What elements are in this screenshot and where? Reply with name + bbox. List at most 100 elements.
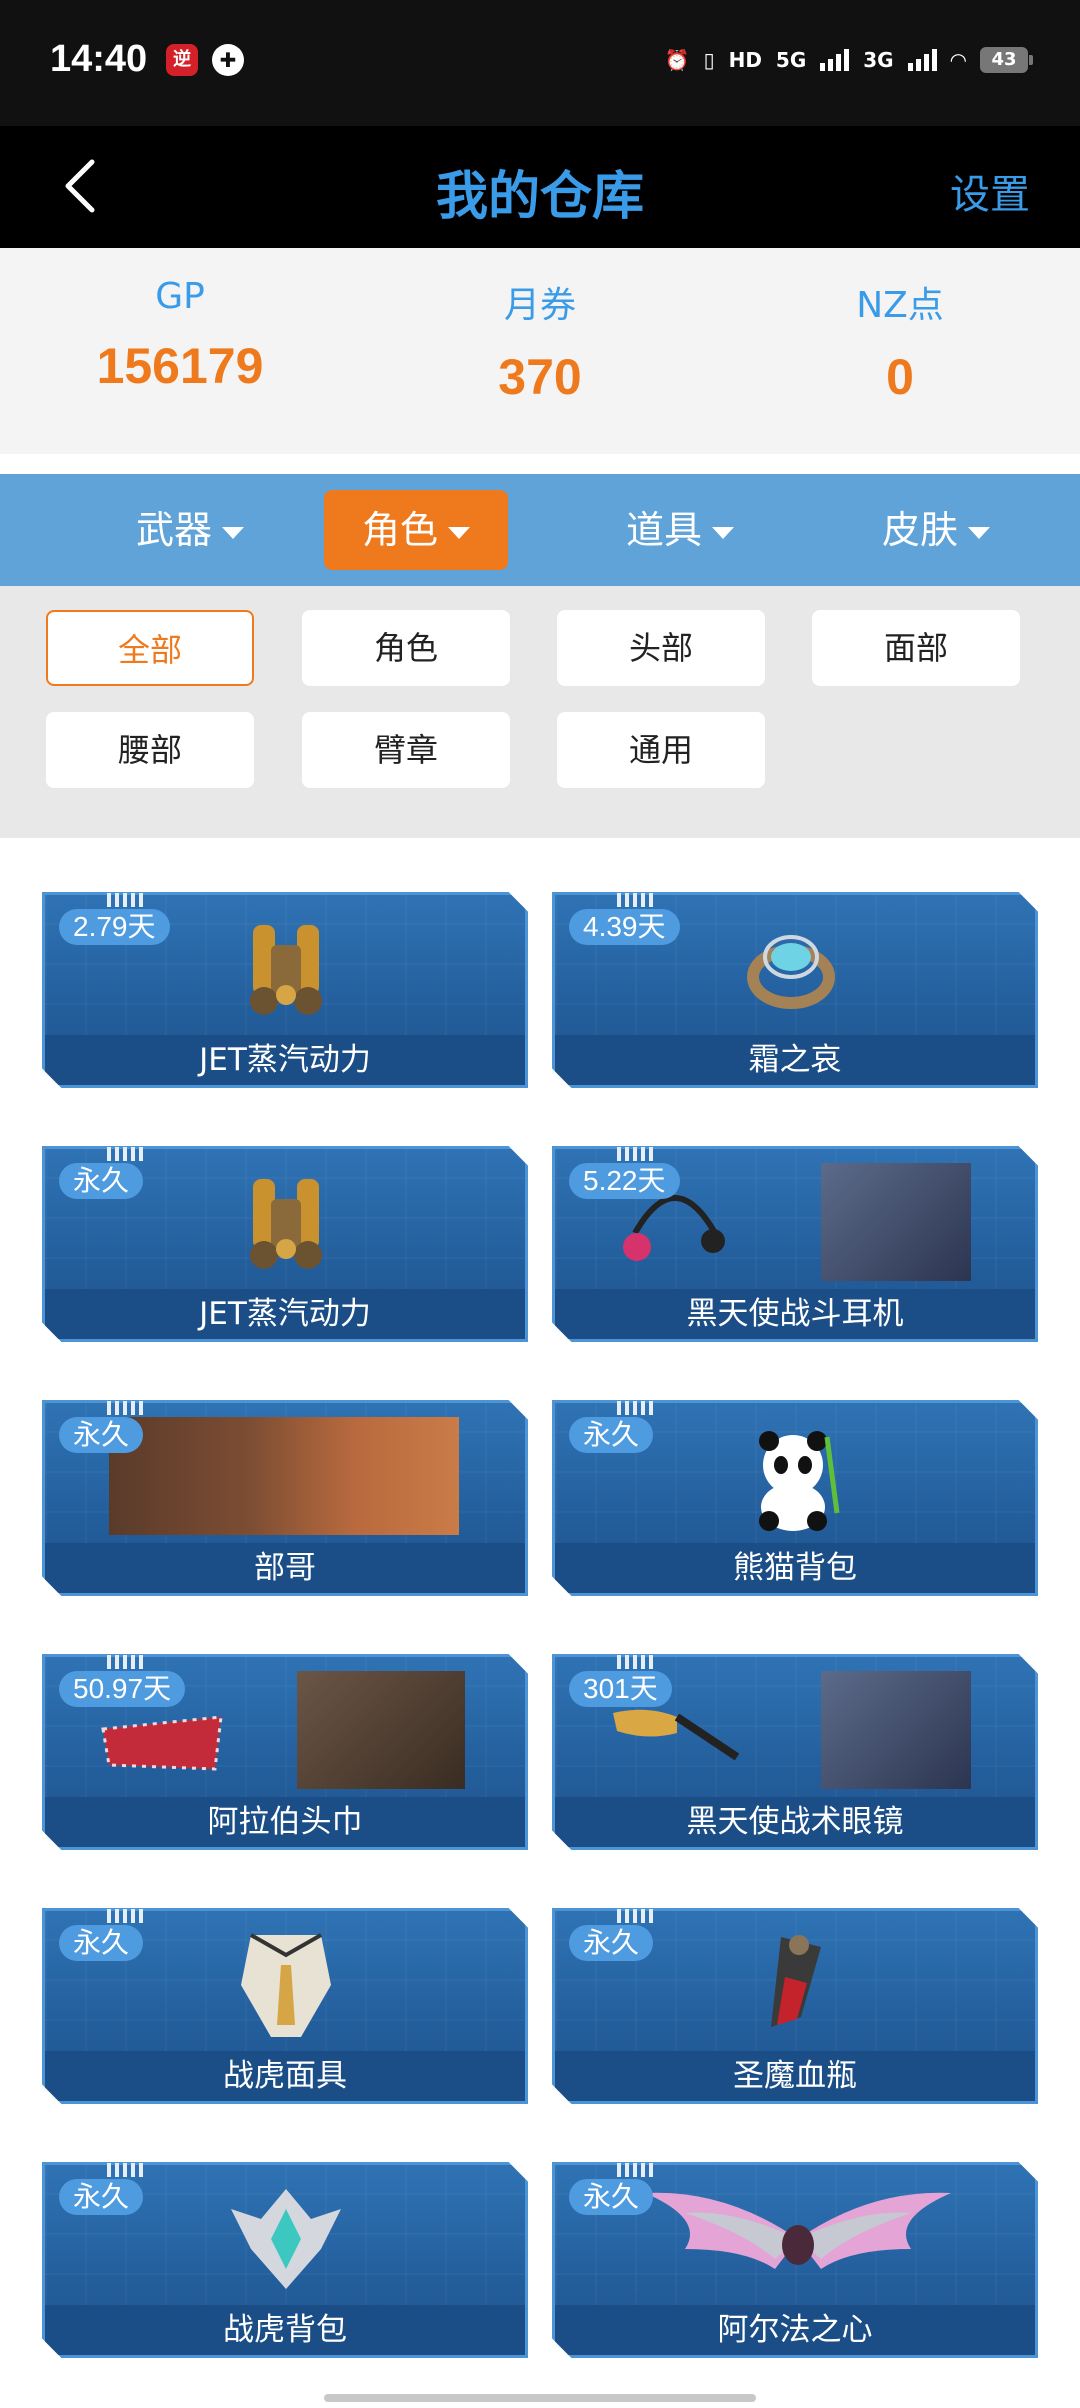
chevron-down-icon xyxy=(222,526,244,539)
currency-value: 0 xyxy=(886,349,914,405)
character-portrait-icon xyxy=(821,1671,971,1789)
card-tab-marks xyxy=(617,1401,653,1415)
item-card[interactable]: 永久 阿尔法之心 xyxy=(552,2162,1038,2358)
app-header: 我的仓库 设置 xyxy=(0,126,1080,248)
item-card[interactable]: 永久 战虎面具 xyxy=(42,1908,528,2104)
signal-5g-label: 5G xyxy=(775,48,807,72)
duration-badge: 永久 xyxy=(59,1417,144,1453)
filter-character[interactable]: 角色 xyxy=(302,610,510,686)
filter-all[interactable]: 全部 xyxy=(46,610,254,686)
currency-nz: NZ点 0 xyxy=(750,276,1050,406)
card-tab-marks xyxy=(107,2163,143,2177)
duration-badge: 50.97天 xyxy=(59,1671,186,1707)
filter-head[interactable]: 头部 xyxy=(557,610,765,686)
jetpack-icon xyxy=(250,925,322,1015)
category-tab-items[interactable]: 道具 xyxy=(590,490,770,570)
card-tab-marks xyxy=(107,1401,143,1415)
duration-badge: 5.22天 xyxy=(569,1163,680,1199)
item-name: 战虎面具 xyxy=(45,2051,525,2101)
category-tab-weapons[interactable]: 武器 xyxy=(100,490,280,570)
duration-badge: 4.39天 xyxy=(569,909,680,945)
status-time: 14:40 xyxy=(50,38,148,80)
currency-panel: GP 156179 月券 370 NZ点 0 xyxy=(0,248,1080,454)
duration-badge: 永久 xyxy=(59,1163,144,1199)
item-card[interactable]: 5.22天 黑天使战斗耳机 xyxy=(552,1146,1038,1342)
card-tab-marks xyxy=(617,2163,653,2177)
character-portrait-icon xyxy=(297,1671,465,1789)
duration-badge: 永久 xyxy=(569,1925,654,1961)
vibrate-icon: ▯ xyxy=(703,48,715,72)
panda-icon xyxy=(759,1431,840,1531)
item-name: 圣魔血瓶 xyxy=(555,2051,1035,2101)
duration-badge: 301天 xyxy=(569,1671,672,1707)
signal-3g-icon xyxy=(907,49,937,71)
item-card[interactable]: 301天 黑天使战术眼镜 xyxy=(552,1654,1038,1850)
item-card[interactable]: 永久 JET蒸汽动力 xyxy=(42,1146,528,1342)
currency-voucher: 月券 370 xyxy=(390,276,690,406)
notification-app-icon: 逆 xyxy=(166,44,198,76)
wifi-icon: ◠ xyxy=(950,48,966,72)
status-bar: 14:40 逆 ✚ ⏰ ▯ HD 5G 3G ◠ 43 xyxy=(0,0,1080,126)
game-controller-icon: ✚ xyxy=(212,44,244,76)
item-card[interactable]: 永久 熊猫背包 xyxy=(552,1400,1038,1596)
item-name: JET蒸汽动力 xyxy=(45,1289,525,1339)
currency-value: 156179 xyxy=(96,338,264,394)
filter-face[interactable]: 面部 xyxy=(812,610,1020,686)
item-name: 战虎背包 xyxy=(45,2305,525,2355)
item-name: 黑天使战斗耳机 xyxy=(555,1289,1035,1339)
item-card[interactable]: 永久 部哥 xyxy=(42,1400,528,1596)
item-card[interactable]: 4.39天 霜之哀 xyxy=(552,892,1038,1088)
card-tab-marks xyxy=(107,1655,143,1669)
filter-waist[interactable]: 腰部 xyxy=(46,712,254,788)
character-portrait-icon xyxy=(821,1163,971,1281)
item-name: JET蒸汽动力 xyxy=(45,1035,525,1085)
card-tab-marks xyxy=(617,1655,653,1669)
item-card[interactable]: 永久 战虎背包 xyxy=(42,2162,528,2358)
glasses-icon xyxy=(613,1709,740,1761)
item-name: 部哥 xyxy=(45,1543,525,1593)
signal-5g-icon xyxy=(820,49,850,71)
currency-label: GP xyxy=(155,276,205,317)
duration-badge: 2.79天 xyxy=(59,909,170,945)
chevron-down-icon xyxy=(712,526,734,539)
currency-value: 370 xyxy=(498,349,582,405)
currency-gp: GP 156179 xyxy=(30,276,330,395)
headscarf-icon xyxy=(101,1715,223,1771)
duration-badge: 永久 xyxy=(59,2179,144,2215)
jetpack-icon xyxy=(250,1179,322,1269)
duration-badge: 永久 xyxy=(569,2179,654,2215)
item-card[interactable]: 2.79天 JET蒸汽动力 xyxy=(42,892,528,1088)
item-name: 熊猫背包 xyxy=(555,1543,1035,1593)
home-gesture-bar[interactable] xyxy=(324,2394,756,2402)
page-title: 我的仓库 xyxy=(435,167,644,227)
card-tab-marks xyxy=(617,893,653,907)
category-tab-characters[interactable]: 角色 xyxy=(324,490,508,570)
card-tab-marks xyxy=(107,893,143,907)
character-portrait-icon xyxy=(109,1417,459,1535)
duration-badge: 永久 xyxy=(59,1925,144,1961)
chevron-down-icon xyxy=(968,526,990,539)
card-tab-marks xyxy=(107,1147,143,1161)
item-name: 阿尔法之心 xyxy=(555,2305,1035,2355)
status-icons: ⏰ ▯ HD 5G 3G ◠ 43 xyxy=(664,40,1033,80)
mask-icon xyxy=(241,1933,331,2037)
ring-icon xyxy=(747,935,835,1009)
item-card[interactable]: 50.97天 阿拉伯头巾 xyxy=(42,1654,528,1850)
blood-vial-icon xyxy=(771,1935,821,2027)
filter-general[interactable]: 通用 xyxy=(557,712,765,788)
filter-armband[interactable]: 臂章 xyxy=(302,712,510,788)
filter-panel: 全部 角色 头部 面部 腰部 臂章 通用 xyxy=(0,586,1080,838)
card-tab-marks xyxy=(107,1909,143,1923)
currency-label: NZ点 xyxy=(856,285,944,326)
signal-3g-label: 3G xyxy=(863,48,894,72)
currency-label: 月券 xyxy=(503,285,576,326)
tiger-backpack-icon xyxy=(231,2189,341,2289)
category-tab-skins[interactable]: 皮肤 xyxy=(846,490,1026,570)
category-bar: 武器 角色 道具 皮肤 xyxy=(0,474,1080,586)
alarm-icon: ⏰ xyxy=(664,48,690,72)
item-card[interactable]: 永久 圣魔血瓶 xyxy=(552,1908,1038,2104)
settings-button[interactable]: 设置 xyxy=(950,162,1030,220)
battery-icon: 43 xyxy=(980,47,1033,73)
wings-icon xyxy=(645,2192,951,2269)
card-tab-marks xyxy=(617,1147,653,1161)
